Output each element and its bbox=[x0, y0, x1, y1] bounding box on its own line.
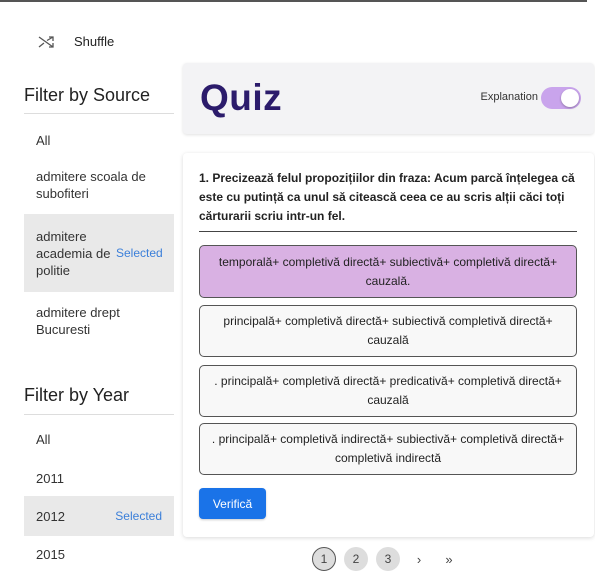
source-item-drept-bucuresti[interactable]: admitere drept Bucuresti bbox=[24, 301, 174, 341]
filter-year-title: Filter by Year bbox=[24, 385, 130, 405]
shuffle-icon bbox=[38, 35, 54, 48]
shuffle-label: Shuffle bbox=[74, 34, 115, 49]
answer-option-2[interactable]: principală+ completivă directă+ subiecti… bbox=[199, 305, 577, 357]
question-divider bbox=[199, 231, 577, 232]
year-item-2015[interactable]: 2015 bbox=[24, 540, 174, 568]
filter-source-divider bbox=[24, 113, 174, 114]
page-title: Quiz bbox=[200, 77, 283, 118]
year-item-all[interactable]: All bbox=[24, 425, 174, 453]
page-2-button[interactable]: 2 bbox=[344, 547, 368, 571]
page-1-button[interactable]: 1 bbox=[312, 547, 336, 571]
selected-badge: Selected bbox=[115, 508, 162, 523]
answer-option-3[interactable]: . principală+ completivă directă+ predic… bbox=[199, 365, 577, 417]
source-item-scoala-subofiteri[interactable]: admitere scoala de subofiteri bbox=[24, 165, 174, 205]
filter-year-divider bbox=[24, 414, 174, 415]
year-item-2011[interactable]: 2011 bbox=[24, 464, 174, 492]
shuffle-button[interactable]: Shuffle bbox=[38, 34, 114, 49]
question-card: 1. Precizează felul propozițiilor din fr… bbox=[183, 153, 594, 537]
top-divider bbox=[0, 0, 587, 2]
page-3-button[interactable]: 3 bbox=[376, 547, 400, 571]
next-page-button[interactable]: › bbox=[408, 552, 430, 567]
quiz-header: Quiz Explanation bbox=[183, 63, 594, 134]
explanation-label: Explanation bbox=[480, 91, 539, 103]
pagination: 1 2 3 › » bbox=[312, 547, 460, 571]
answer-option-1[interactable]: temporală+ completivă directă+ subiectiv… bbox=[199, 245, 577, 298]
question-text: 1. Precizează felul propozițiilor din fr… bbox=[199, 171, 575, 223]
source-item-academia-politie[interactable]: admitere academia de politie Selected bbox=[24, 214, 174, 292]
last-page-button[interactable]: » bbox=[438, 552, 460, 567]
filter-source-title: Filter by Source bbox=[24, 85, 151, 105]
source-item-all[interactable]: All bbox=[24, 126, 174, 154]
selected-badge: Selected bbox=[116, 245, 163, 260]
verify-button[interactable]: Verifică bbox=[199, 488, 266, 519]
year-item-2012[interactable]: 2012 Selected bbox=[24, 496, 174, 536]
explanation-toggle[interactable] bbox=[541, 87, 581, 109]
answer-option-4[interactable]: . principală+ completivă indirectă+ subi… bbox=[199, 423, 577, 475]
toggle-knob bbox=[561, 89, 579, 107]
